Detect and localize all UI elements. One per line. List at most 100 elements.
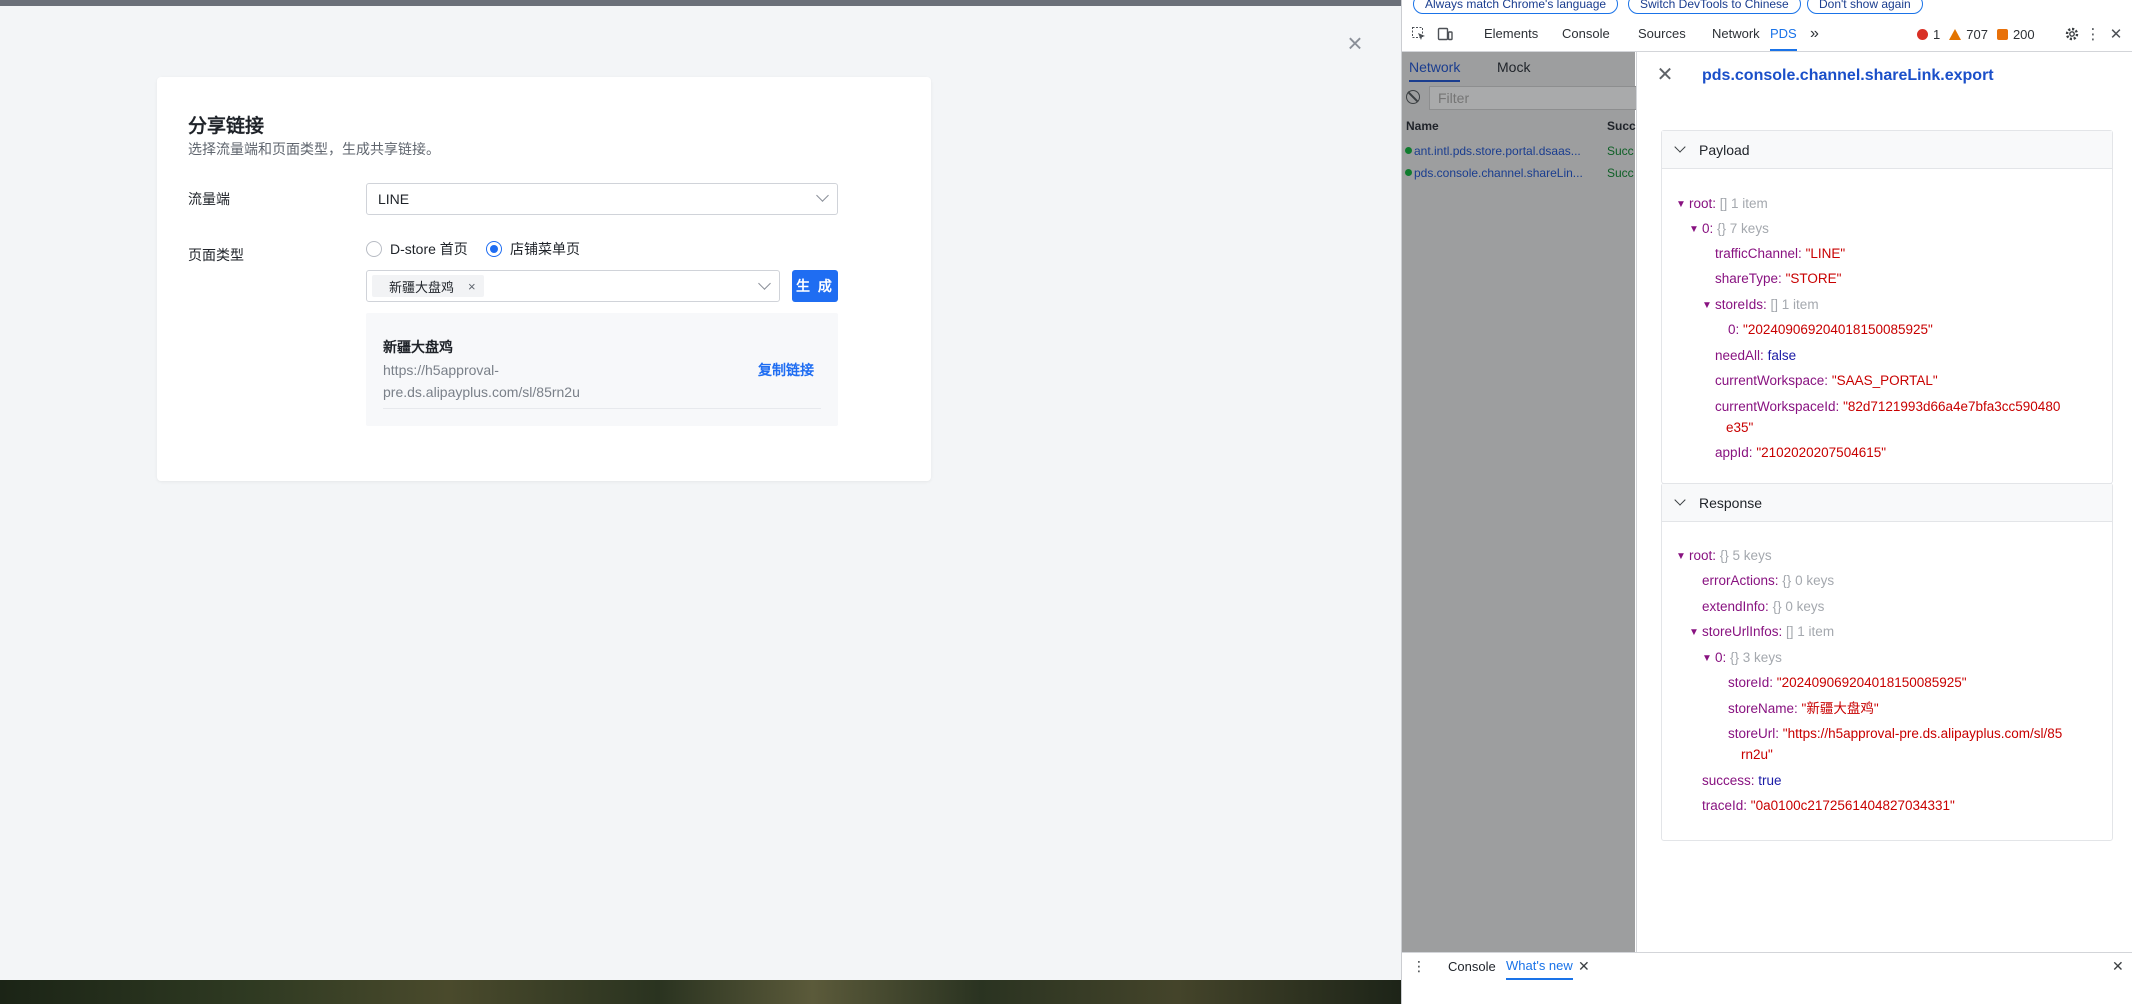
tree-node[interactable]: ▼ 0: {} 3 keys <box>1702 649 1782 667</box>
drawer-menu-icon[interactable]: ⋮ <box>1412 958 1426 975</box>
response-header[interactable]: Response <box>1662 484 2112 522</box>
expand-triangle-icon: ▼ <box>1676 199 1686 210</box>
tree-node: extendInfo: {} 0 keys <box>1702 599 1825 614</box>
info-icon <box>1996 29 2008 40</box>
radio-label: D-store 首页 <box>390 241 468 257</box>
error-icon <box>1917 29 1928 40</box>
close-drawer-icon[interactable]: ✕ <box>2112 958 2124 975</box>
tree-node: storeId: "2024090692040181500859​25" <box>1728 675 1967 690</box>
tree-node: shareType: "STORE" <box>1715 271 1842 286</box>
subtab-mock[interactable]: Mock <box>1497 52 1530 82</box>
request-title: pds.console.channel.shareLink.export <box>1702 67 1994 84</box>
traffic-select-value: LINE <box>378 191 410 207</box>
tab-sources[interactable]: Sources <box>1638 17 1686 51</box>
top-bar <box>0 0 1401 6</box>
network-subtabs: Network Mock <box>1402 52 1635 82</box>
store-select[interactable]: 新疆大盘鸡 × <box>366 270 780 302</box>
traffic-label: 流量端 <box>188 191 230 207</box>
clear-block-icon[interactable] <box>1406 90 1420 104</box>
tree-node: storeUrl: "https://h5approval-pre.ds.ali… <box>1728 726 2063 741</box>
devtools-panel: Always match Chrome's language Switch De… <box>1401 0 2132 1004</box>
status-dot-icon <box>1405 169 1412 176</box>
tree-node-wrap: rn2u" <box>1741 747 1773 762</box>
radio-label: 店铺菜单页 <box>510 241 580 257</box>
column-name: Name <box>1406 119 1439 133</box>
request-name: ant.intl.pds.store.portal.dsaas... <box>1414 144 1581 158</box>
drawer-tab-console[interactable]: Console <box>1448 959 1496 974</box>
expand-triangle-icon: ▼ <box>1689 224 1699 235</box>
tree-node-wrap: e35" <box>1726 420 1754 435</box>
error-count: 1 <box>1933 27 1941 42</box>
request-row[interactable]: ant.intl.pds.store.portal.dsaas... Succ <box>1402 140 1635 162</box>
filter-input[interactable] <box>1429 86 1639 110</box>
more-options-icon[interactable]: ⋮ <box>2084 25 2102 43</box>
background-image-strip <box>0 980 1401 1004</box>
close-icon[interactable]: ✕ <box>1655 64 1675 86</box>
copy-link-button[interactable]: 复制链接 <box>758 360 814 380</box>
radio-dstore-home[interactable]: D-store 首页 <box>366 239 468 259</box>
more-tabs-icon[interactable]: » <box>1810 17 1819 51</box>
chevron-down-icon <box>1674 141 1686 153</box>
radio-unchecked-icon <box>366 241 382 257</box>
generate-button[interactable]: 生 成 <box>792 270 838 302</box>
tree-node: appId: "2102020207504615" <box>1715 445 1887 460</box>
inspect-element-icon[interactable] <box>1410 25 1428 43</box>
info-count: 200 <box>2012 27 2035 42</box>
tree-node: needAll: false <box>1715 348 1797 363</box>
tree-node[interactable]: ▼ root: {} 5 keys <box>1676 547 1772 565</box>
tree-node[interactable]: ▼ storeUrlInfos: [] 1 item <box>1689 623 1834 641</box>
page-type-label: 页面类型 <box>188 247 244 263</box>
payload-header[interactable]: Payload <box>1662 131 2112 169</box>
column-status: Succ <box>1607 119 1636 133</box>
dont-show-again-button[interactable]: Don't show again <box>1807 0 1923 14</box>
tab-elements[interactable]: Elements <box>1484 17 1538 51</box>
expand-triangle-icon: ▼ <box>1689 627 1699 638</box>
modal-subtitle: 选择流量端和页面类型，生成共享链接。 <box>188 141 440 157</box>
payload-label: Payload <box>1699 142 1750 158</box>
payload-section: Payload ▼ root: [] 1 item ▼ 0: {} 7 keys t… <box>1661 130 2113 484</box>
tab-console[interactable]: Console <box>1562 17 1610 51</box>
match-language-button[interactable]: Always match Chrome's language <box>1413 0 1619 14</box>
close-devtools-icon[interactable]: ✕ <box>2107 25 2125 43</box>
tag-close-icon[interactable]: × <box>468 279 476 294</box>
request-row[interactable]: pds.console.channel.shareLin... Succ <box>1402 162 1635 184</box>
tab-network[interactable]: Network <box>1712 17 1760 51</box>
gear-icon[interactable] <box>2063 25 2081 43</box>
tree-node[interactable]: ▼ storeIds: [] 1 item <box>1702 296 1819 314</box>
request-status: Succ <box>1607 166 1634 180</box>
device-toolbar-icon[interactable] <box>1436 25 1454 43</box>
network-table-header: Name Succ <box>1402 114 1636 136</box>
radio-store-menu[interactable]: 店铺菜单页 <box>486 239 580 259</box>
result-panel: 新疆大盘鸡 https://h5approval-pre.ds.alipaypl… <box>366 313 838 426</box>
store-tag: 新疆大盘鸡 × <box>372 275 484 297</box>
warning-icon <box>1949 29 1962 40</box>
request-detail: ✕ pds.console.channel.shareLink.export P… <box>1636 52 2132 952</box>
tree-node[interactable]: ▼ root: [] 1 item <box>1676 195 1768 213</box>
close-icon[interactable]: × <box>1340 28 1370 58</box>
chevron-down-icon <box>758 277 771 290</box>
devtools-bottom <box>1402 980 2132 1004</box>
switch-chinese-button[interactable]: Switch DevTools to Chinese <box>1628 0 1801 14</box>
language-banner: Always match Chrome's language Switch De… <box>1402 0 2132 17</box>
warning-count: 707 <box>1966 27 1988 42</box>
tree-node: currentWorkspace: "SAAS_PORTAL" <box>1715 373 1938 388</box>
tree-node: 0: "2024090692040181500859​25" <box>1728 322 1933 337</box>
close-tab-icon[interactable]: ✕ <box>1578 958 1590 975</box>
tab-pds[interactable]: PDS <box>1770 17 1797 51</box>
divider <box>383 408 821 409</box>
tree-node: traceId: "0a0100c2172561404827034331" <box>1702 798 1955 813</box>
request-status: Succ <box>1607 144 1634 158</box>
modal-title: 分享链接 <box>188 116 265 137</box>
drawer-tab-whats-new[interactable]: What's new <box>1506 953 1573 980</box>
issue-counts[interactable]: 1 707 200 <box>1917 27 2035 42</box>
response-section: Response ▼ root: {} 5 keys errorActions: … <box>1661 483 2113 841</box>
traffic-select[interactable]: LINE <box>366 183 838 215</box>
subtab-network[interactable]: Network <box>1409 52 1461 82</box>
tree-node: errorActions: {} 0 keys <box>1702 573 1835 588</box>
tree-node[interactable]: ▼ 0: {} 7 keys <box>1689 220 1769 238</box>
result-store-name: 新疆大盘鸡 <box>383 339 453 355</box>
expand-triangle-icon: ▼ <box>1676 551 1686 562</box>
tree-node: trafficChannel: "LINE" <box>1715 246 1846 261</box>
store-tag-label: 新疆大盘鸡 <box>389 279 455 295</box>
expand-triangle-icon: ▼ <box>1702 300 1712 311</box>
